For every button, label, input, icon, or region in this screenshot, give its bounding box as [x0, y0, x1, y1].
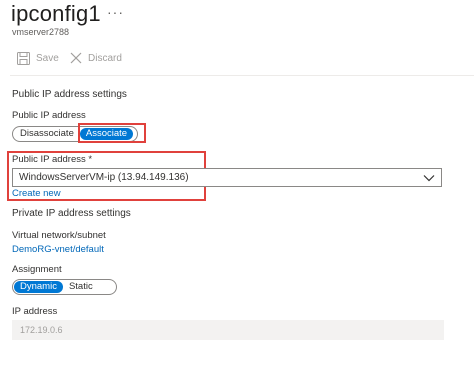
save-icon: [17, 51, 30, 65]
ip-address-value: 172.19.0.6: [20, 325, 63, 335]
ip-address-field: 172.19.0.6: [12, 320, 444, 340]
save-label: Save: [36, 52, 59, 64]
private-ip-settings-heading: Private IP address settings: [12, 208, 131, 219]
assignment-label: Assignment: [12, 264, 62, 275]
public-ip-toggle-label: Public IP address: [12, 110, 86, 121]
toolbar-divider: [10, 75, 474, 76]
create-new-link[interactable]: Create new: [12, 188, 61, 199]
chevron-down-icon: [423, 174, 435, 181]
public-ip-select-value: WindowsServerVM-ip (13.94.149.136): [19, 172, 189, 183]
discard-button[interactable]: Discard: [70, 50, 122, 66]
page-subtitle: vmserver2788: [12, 27, 70, 37]
more-options-button[interactable]: ···: [107, 4, 124, 20]
ip-address-label: IP address: [12, 306, 58, 317]
associate-highlight-box: [78, 123, 146, 143]
static-option[interactable]: Static: [63, 281, 99, 293]
public-ip-select-label: Public IP address *: [12, 154, 93, 165]
dynamic-option[interactable]: Dynamic: [14, 281, 63, 293]
page-title: ipconfig1: [11, 1, 101, 26]
save-button[interactable]: Save: [17, 50, 59, 66]
public-ip-settings-heading: Public IP address settings: [12, 89, 127, 100]
close-icon: [70, 52, 82, 64]
discard-label: Discard: [88, 52, 122, 64]
disassociate-option[interactable]: Disassociate: [14, 128, 80, 140]
vnet-link[interactable]: DemoRG-vnet/default: [12, 244, 104, 255]
public-ip-select[interactable]: WindowsServerVM-ip (13.94.149.136): [12, 168, 442, 187]
vnet-label: Virtual network/subnet: [12, 230, 106, 241]
assignment-toggle[interactable]: Dynamic Static: [12, 279, 117, 295]
